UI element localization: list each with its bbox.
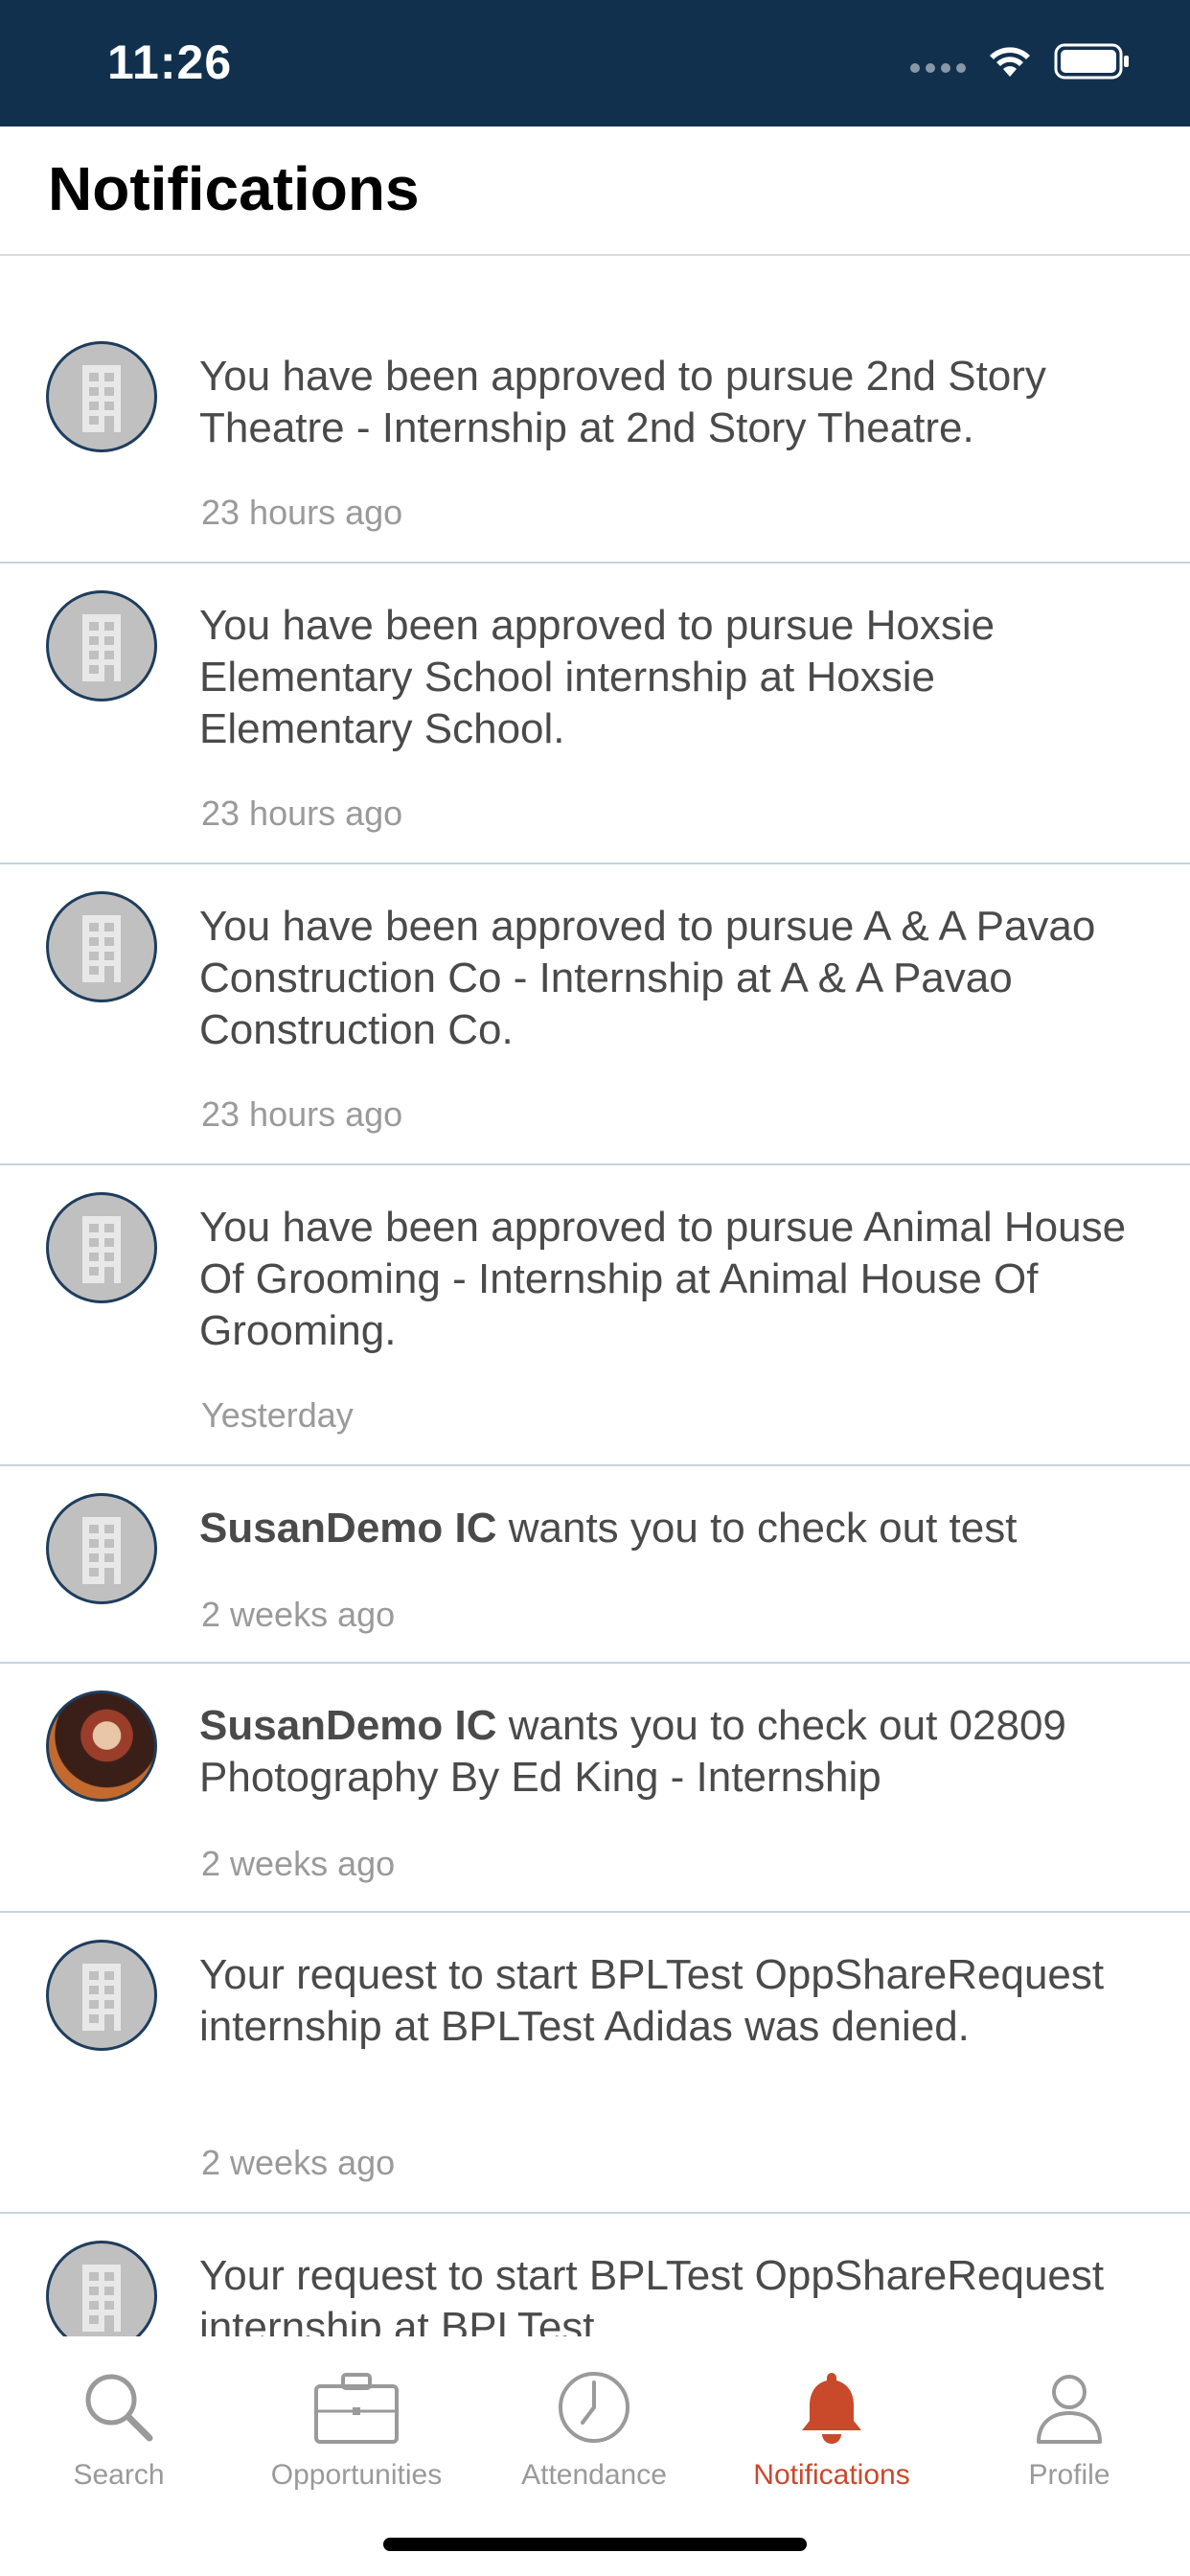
notification-message: You have been approved to pursue Animal …: [199, 1204, 1127, 1354]
tab-label: Profile: [1028, 2459, 1110, 2491]
person-icon: [950, 2354, 1188, 2446]
tab-notifications[interactable]: Notifications: [713, 2354, 950, 2492]
building-icon: [46, 891, 157, 1002]
notification-message: You have been approved to pursue 2nd Sto…: [199, 353, 1046, 451]
tab-attendance[interactable]: Attendance: [475, 2354, 713, 2492]
page-title: Notifications: [48, 154, 420, 223]
tab-opportunities[interactable]: Opportunities: [238, 2354, 475, 2492]
tab-label: Notifications: [753, 2459, 910, 2491]
notification-item[interactable]: Your request to start BPLTest OppShareRe…: [0, 2214, 1190, 2338]
notification-message: SusanDemo IC wants you to check out 0280…: [199, 1702, 1066, 1801]
clock-icon: [475, 2354, 713, 2446]
notification-message: Your request to start BPLTest OppShareRe…: [199, 2252, 1105, 2338]
status-bar: 11:26: [0, 0, 1190, 126]
notification-message: Your request to start BPLTest OppShareRe…: [199, 1951, 1105, 2050]
tab-label: Opportunities: [270, 2459, 443, 2491]
notification-time: 2 weeks ago: [201, 2143, 396, 2182]
tab-search[interactable]: Search: [0, 2354, 238, 2492]
tab-label: Attendance: [521, 2459, 667, 2491]
wifi-icon: [990, 47, 1030, 77]
user-photo-avatar: [46, 1690, 157, 1802]
notification-time: 23 hours ago: [201, 493, 403, 532]
briefcase-icon: [238, 2354, 475, 2446]
notification-message: SusanDemo IC wants you to check out test: [199, 1505, 1018, 1552]
notification-item[interactable]: You have been approved to pursue Animal …: [0, 1165, 1190, 1466]
status-time: 11:26: [107, 35, 233, 89]
battery-icon: [1054, 43, 1129, 80]
building-icon: [46, 1192, 157, 1303]
tab-label: Search: [73, 2459, 165, 2491]
status-icons: [910, 42, 1131, 80]
notification-time: 2 weeks ago: [201, 1844, 396, 1883]
building-icon: [46, 341, 157, 452]
signal-icon: [910, 63, 966, 73]
notification-time: Yesterday: [201, 1395, 354, 1435]
notification-item[interactable]: Your request to start BPLTest OppShareRe…: [0, 1913, 1190, 2214]
notification-item[interactable]: You have been approved to pursue A & A P…: [0, 864, 1190, 1165]
notification-message: You have been approved to pursue A & A P…: [199, 903, 1096, 1053]
notification-item[interactable]: SusanDemo IC wants you to check out 0280…: [0, 1664, 1190, 1913]
tab-profile[interactable]: Profile: [950, 2354, 1188, 2492]
building-icon: [46, 2241, 157, 2338]
notification-item[interactable]: SusanDemo IC wants you to check out test…: [0, 1466, 1190, 1664]
building-icon: [46, 1493, 157, 1604]
notification-list[interactable]: You have been approved to pursue 2nd Sto…: [0, 299, 1190, 2338]
notification-item[interactable]: You have been approved to pursue Hoxsie …: [0, 564, 1190, 864]
bell-icon: [713, 2354, 950, 2446]
notification-message: You have been approved to pursue Hoxsie …: [199, 602, 995, 752]
notification-time: 23 hours ago: [201, 794, 403, 833]
notification-item[interactable]: You have been approved to pursue 2nd Sto…: [0, 299, 1190, 564]
building-icon: [46, 590, 157, 702]
home-indicator[interactable]: [383, 2538, 807, 2551]
notification-time: 23 hours ago: [201, 1094, 403, 1134]
notification-time: 2 weeks ago: [201, 1595, 396, 1634]
header: Notifications: [0, 126, 1190, 256]
search-icon: [0, 2354, 238, 2446]
building-icon: [46, 1940, 157, 2051]
